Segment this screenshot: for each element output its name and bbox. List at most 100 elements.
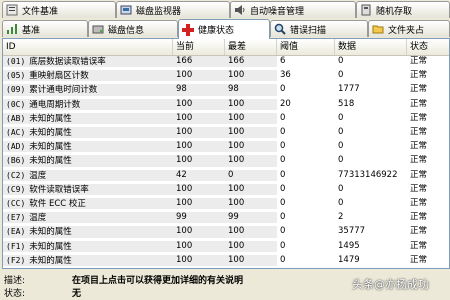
attribute-name: 未知的属性 (29, 113, 72, 124)
current-value: 100 (173, 141, 225, 153)
table-row[interactable]: (AC) 未知的属性 100 100 0 0 正常 (3, 127, 449, 139)
current-value: 100 (173, 127, 225, 139)
worst-value: 100 (225, 198, 277, 210)
attribute-id: (AB) (6, 113, 26, 123)
attribute-name: 未知的属性 (29, 142, 72, 153)
raw-data-value: 0 (338, 127, 344, 137)
attribute-name: 软件 ECC 校正 (29, 199, 86, 209)
attribute-name: 通电周期计数 (29, 99, 81, 110)
file-benchmark-icon (6, 4, 18, 16)
raw-data-value: 518 (338, 98, 355, 109)
worst-value: 100 (225, 70, 277, 82)
attribute-name: 未知的属性 (29, 255, 72, 266)
table-row[interactable]: (0C) 通电周期计数 100 100 20 518 正常 (3, 98, 449, 110)
status-label: 状态: (4, 289, 26, 299)
tab-file-benchmark[interactable]: 文件基准 (2, 1, 116, 18)
tab-label: 随机存取 (376, 6, 413, 17)
tab-row-top: 文件基准 磁盘监视器 自动噪音管理 随机存取 (0, 0, 450, 19)
random-access-icon (360, 4, 372, 16)
magnifier-icon (274, 23, 286, 35)
table-row[interactable]: (C2) 温度 42 0 0 77313146922 正常 (3, 169, 449, 181)
attribute-id: (05) (6, 71, 26, 81)
table-row[interactable]: (B6) 未知的属性 100 100 0 0 正常 (3, 155, 449, 167)
description-label: 描述: (4, 276, 26, 286)
disk-info-icon (92, 23, 104, 35)
table-row[interactable]: (EA) 未知的属性 100 100 0 35777 正常 (3, 226, 449, 238)
tab-row-bottom: 基准 磁盘信息 健康状态 错误扫描 文件夹占 (0, 19, 450, 39)
status-value: 正常 (410, 183, 428, 194)
attribute-id: (B6) (6, 156, 26, 166)
attribute-id: (C9) (6, 184, 26, 194)
threshold-value: 0 (280, 169, 286, 180)
raw-data-value: 0 (338, 112, 344, 123)
worst-value: 100 (225, 155, 277, 167)
status-value: 正常 (410, 169, 428, 180)
tab-health-status[interactable]: 健康状态 (178, 19, 270, 39)
raw-data-value: 1495 (338, 240, 360, 251)
column-header-id[interactable]: ID (3, 39, 173, 55)
status-value: 正常 (410, 226, 428, 237)
column-header-data[interactable]: 数据 (335, 39, 407, 55)
tab-label: 文件基准 (22, 6, 59, 17)
threshold-value: 0 (280, 112, 286, 123)
raw-data-value: 35777 (338, 226, 366, 237)
tab-disk-info[interactable]: 磁盘信息 (88, 20, 178, 37)
current-value: 100 (173, 240, 225, 252)
status-value: 正常 (410, 112, 428, 123)
attribute-name: 重映射扇区计数 (29, 71, 89, 82)
current-value: 100 (173, 198, 225, 210)
worst-value: 100 (225, 141, 277, 153)
threshold-value: 0 (280, 212, 286, 223)
table-row[interactable]: (F2) 未知的属性 100 100 0 1479 正常 (3, 254, 449, 266)
tab-disk-monitor[interactable]: 磁盘监视器 (116, 1, 230, 18)
tab-error-scan[interactable]: 错误扫描 (270, 20, 368, 37)
disk-monitor-icon (120, 4, 132, 16)
raw-data-value: 0 (338, 141, 344, 152)
column-header-current[interactable]: 当前 (173, 39, 225, 55)
raw-data-value: 1479 (338, 254, 360, 265)
worst-value: 100 (225, 127, 277, 139)
table-row[interactable]: (AB) 未知的属性 100 100 0 0 正常 (3, 112, 449, 124)
column-header-status[interactable]: 状态 (407, 39, 449, 55)
status-value: 正常 (410, 212, 428, 223)
attribute-id-name: (CC) 软件 ECC 校正 (3, 198, 173, 210)
tab-label: 错误扫描 (290, 25, 327, 36)
column-header-threshold[interactable]: 阈值 (277, 39, 335, 55)
current-value: 100 (173, 70, 225, 82)
status-value: 正常 (410, 84, 428, 95)
status-value: 正常 (410, 98, 428, 109)
table-row[interactable]: (01) 底层数据读取错误率 166 166 6 0 正常 (3, 56, 449, 68)
threshold-value: 0 (280, 254, 286, 265)
threshold-value: 0 (280, 240, 286, 251)
noise-management-icon (234, 4, 246, 16)
tab-random-access[interactable]: 随机存取 (356, 1, 450, 18)
attribute-id: (AC) (6, 128, 26, 137)
worst-value: 0 (225, 169, 277, 181)
worst-value: 100 (225, 240, 277, 252)
table-row[interactable]: (CC) 软件 ECC 校正 100 100 0 0 正常 (3, 198, 449, 210)
tab-noise-management[interactable]: 自动噪音管理 (230, 1, 356, 18)
tab-folder-usage[interactable]: 文件夹占 (368, 20, 450, 37)
table-row[interactable]: (E7) 温度 99 99 0 2 正常 (3, 212, 449, 224)
table-row[interactable]: (09) 累计通电时间计数 98 98 0 1777 正常 (3, 84, 449, 96)
tab-label: 基准 (22, 25, 41, 36)
table-row[interactable]: (F1) 未知的属性 100 100 0 1495 正常 (3, 240, 449, 252)
current-value: 99 (173, 212, 225, 224)
table-row[interactable]: (C9) 软件读取错误率 100 100 0 0 正常 (3, 183, 449, 195)
status-value: 正常 (410, 198, 428, 208)
attribute-name: 温度 (29, 213, 47, 224)
attribute-id: (E7) (6, 213, 26, 223)
table-row[interactable]: (AD) 未知的属性 100 100 0 0 正常 (3, 141, 449, 153)
table-row[interactable]: (05) 重映射扇区计数 100 100 36 0 正常 (3, 70, 449, 82)
threshold-value: 36 (280, 70, 291, 81)
attribute-id: (0C) (6, 99, 26, 109)
attribute-id: (AD) (6, 142, 26, 152)
attribute-id-name: (E7) 温度 (3, 212, 173, 224)
threshold-value: 0 (280, 127, 286, 137)
attribute-id-name: (AD) 未知的属性 (3, 141, 173, 153)
tab-benchmark[interactable]: 基准 (2, 20, 88, 37)
column-header-worst[interactable]: 最差 (225, 39, 277, 55)
attribute-name: 底层数据读取错误率 (29, 57, 106, 67)
raw-data-value: 0 (338, 183, 344, 194)
current-value: 100 (173, 98, 225, 110)
